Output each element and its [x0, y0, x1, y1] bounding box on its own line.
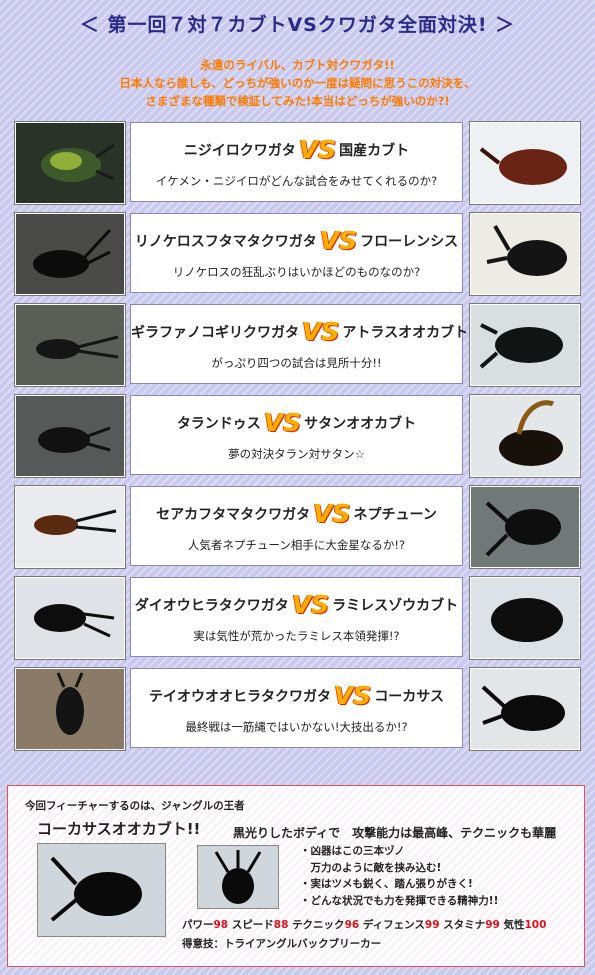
stat-label: スタミナ: [443, 919, 486, 931]
rhino-name: サタンオオカブト: [304, 416, 417, 432]
rhino-beetle-photo[interactable]: [470, 668, 580, 750]
rhino-name: ラミレスゾウカブト: [332, 598, 459, 614]
stag-beetle-photo[interactable]: [15, 122, 125, 204]
matchup-caption: がっぷり四つの試合は見所十分!!: [211, 356, 382, 370]
matchup-card: タランドゥス VS サタンオオカブト 夢の対決タラン対サタン☆: [130, 395, 463, 475]
stag-beetle-photo[interactable]: [15, 668, 125, 750]
stag-beetle-photo[interactable]: [15, 395, 125, 477]
matchup-card: セアカフタマタクワガタ VS ネプチューン 人気者ネプチューン相手に大金星なるか!?: [130, 486, 463, 566]
matchup-caption: 最終戦は一筋縄ではいかない!大技出るか!?: [185, 720, 408, 734]
matchup-caption: 夢の対決タラン対サタン☆: [228, 447, 365, 461]
matchup-caption: 実は気性が荒かったラミレス本領発揮!?: [193, 629, 400, 643]
rhino-beetle-photo[interactable]: [470, 304, 580, 386]
stat-value: 96: [344, 919, 360, 931]
special-move: 得意技：トライアングルバックブリーカー: [182, 938, 382, 950]
vs-label: VS: [291, 590, 330, 619]
feature-stats: パワー98 スピード88 テクニック96 ディフェンス99 スタミナ99 気性1…: [182, 917, 546, 932]
matchup-card: リノケロスフタマタクワガタ VS フローレンシス リノケロスの狂乱ぶりはいかほどのも…: [130, 213, 463, 293]
rhino-beetle-photo[interactable]: [470, 122, 580, 204]
rhino-name: コーカサス: [374, 689, 445, 705]
matchup-row[interactable]: ギラファノコギリクワガタ VS アトラスオオカブト がっぷり四つの試合は見所十分!!: [15, 304, 580, 386]
stag-name: テイオウオオヒラタクワガタ: [148, 689, 331, 705]
intro-text: 永遠のライバル、カブト対クワガタ!! 日本人なら誰しも、どっちが強いのか一度は疑…: [0, 56, 595, 110]
feature-photo-side[interactable]: [37, 843, 166, 937]
stat-label: 気性: [503, 919, 525, 931]
feature-tagline: 黒光りしたボディで 攻撃能力は最高峰、テクニックも華麗: [233, 826, 557, 840]
matchup-card: ギラファノコギリクワガタ VS アトラスオオカブト がっぷり四つの試合は見所十分!!: [130, 304, 468, 384]
page-title: ＜ 第一回７対７カブトVSクワガタ全面対決! ＞: [79, 14, 516, 36]
rhino-beetle-photo[interactable]: [470, 486, 580, 568]
stag-beetle-photo[interactable]: [15, 304, 125, 386]
vs-label: VS: [313, 499, 351, 528]
stag-name: セアカフタマタクワガタ: [156, 507, 311, 523]
rhino-name: 国産カブト: [339, 143, 410, 159]
matchup-card: ダイオウヒラタクワガタ VS ラミレスゾウカブト 実は気性が荒かったラミレス本領発揮…: [130, 577, 463, 657]
feature-point: 万力のように敵を挟み込む!: [300, 861, 442, 874]
stag-name: ギラファノコギリクワガタ: [131, 325, 299, 341]
stat-value: 100: [524, 919, 547, 931]
vs-label: VS: [333, 681, 372, 710]
intro-line: さまざまな種類で検証してみた!本当はどっちが強いのか?!: [145, 94, 450, 108]
stat-label: テクニック: [292, 919, 345, 931]
intro-line: 日本人なら誰しも、どっちが強いのか一度は疑問に思うこの対決を、: [119, 76, 476, 90]
vs-label: VS: [263, 408, 302, 437]
feature-box: 今回フィーチャーするのは、ジャングルの王者 コーカサスオオカブト!! 黒光りした…: [7, 785, 585, 967]
vs-label: VS: [302, 317, 340, 346]
matchup-row[interactable]: テイオウオオヒラタクワガタ VS コーカサス 最終戦は一筋縄ではいかない!大技出るか…: [15, 668, 580, 750]
stat-value: 99: [485, 919, 500, 931]
rhino-beetle-photo[interactable]: [470, 577, 580, 659]
rhino-beetle-photo[interactable]: [470, 395, 580, 477]
vs-label: VS: [319, 226, 358, 255]
rhino-beetle-photo[interactable]: [470, 213, 580, 295]
stag-name: ダイオウヒラタクワガタ: [134, 598, 289, 614]
matchup-row[interactable]: リノケロスフタマタクワガタ VS フローレンシス リノケロスの狂乱ぶりはいかほどのも…: [15, 213, 580, 295]
stat-label: スピード: [231, 919, 274, 931]
feature-lead: 今回フィーチャーするのは、ジャングルの王者: [25, 800, 245, 812]
matchup-row[interactable]: ダイオウヒラタクワガタ VS ラミレスゾウカブト 実は気性が荒かったラミレス本領発揮…: [15, 577, 580, 659]
matchup-row[interactable]: タランドゥス VS サタンオオカブト 夢の対決タラン対サタン☆: [15, 395, 580, 477]
stag-beetle-photo[interactable]: [15, 577, 125, 659]
stat-value: 99: [424, 919, 440, 931]
matchup-card: テイオウオオヒラタクワガタ VS コーカサス 最終戦は一筋縄ではいかない!大技出るか…: [130, 668, 463, 748]
stag-beetle-photo[interactable]: [15, 486, 125, 568]
stat-value: 98: [213, 919, 229, 931]
matchup-card: ニジイロクワガタ VS 国産カブト イケメン・ニジイロがどんな試合をみせてくれるのか…: [130, 122, 463, 202]
feature-point: ・実はツメも鋭く、踏ん張りがきく!: [300, 878, 473, 890]
matchup-row[interactable]: セアカフタマタクワガタ VS ネプチューン 人気者ネプチューン相手に大金星なるか!?: [15, 486, 580, 568]
matchup-row[interactable]: ニジイロクワガタ VS 国産カブト イケメン・ニジイロがどんな試合をみせてくれるのか…: [15, 122, 580, 204]
vs-label: VS: [298, 135, 337, 164]
stat-label: パワー: [182, 919, 214, 931]
feature-points: ・凶器はこの三本ヅノ 万力のように敵を挟み込む! ・実はツメも鋭く、踏ん張りがき…: [300, 843, 498, 909]
rhino-name: アトラスオオカブト: [342, 325, 469, 341]
stag-name: タランドゥス: [176, 416, 261, 432]
rhino-name: フローレンシス: [360, 234, 459, 250]
feature-point: ・どんな状況でも力を発揮できる精神力!!: [300, 894, 499, 907]
feature-photo-front[interactable]: [197, 845, 279, 909]
stat-value: 88: [273, 919, 289, 931]
matchup-caption: 人気者ネプチューン相手に大金星なるか!?: [187, 538, 406, 552]
stag-name: リノケロスフタマタクワガタ: [134, 234, 317, 250]
feature-point: ・凶器はこの三本ヅノ: [300, 845, 405, 857]
intro-line: 永遠のライバル、カブト対クワガタ!!: [200, 58, 395, 72]
rhino-name: ネプチューン: [353, 507, 437, 523]
matchup-caption: イケメン・ニジイロがどんな試合をみせてくれるのか?: [155, 174, 438, 188]
stag-name: ニジイロクワガタ: [183, 143, 296, 159]
feature-name: コーカサスオオカブト!!: [37, 820, 201, 838]
matchup-caption: リノケロスの狂乱ぶりはいかほどのものなのか?: [172, 265, 421, 279]
stag-beetle-photo[interactable]: [15, 213, 125, 295]
stat-label: ディフェンス: [362, 919, 425, 931]
